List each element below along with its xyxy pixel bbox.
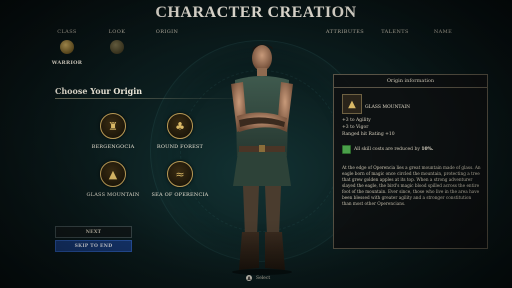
step-attributes[interactable]: ATTRIBUTES <box>326 29 364 35</box>
skill-reduction-text: All skill costs are reduced by 10%. <box>354 147 434 152</box>
fortress-icon: ♜ <box>100 113 126 139</box>
origin-label: GLASS MOUNTAIN <box>86 192 140 198</box>
stat-line: +3 to Vigor <box>342 125 369 130</box>
origin-label: BERGENGOCIA <box>91 144 135 150</box>
mountain-icon: ▲ <box>342 94 362 114</box>
stat-line: +3 to Agility <box>342 118 371 123</box>
mountain-icon: ▲ <box>100 161 126 187</box>
next-button[interactable]: NEXT <box>55 226 132 238</box>
origin-option-round-forest[interactable]: ♣ ROUND FOREST <box>145 113 215 150</box>
origin-label: ROUND FOREST <box>156 144 204 150</box>
skip-to-end-button[interactable]: SKIP TO END <box>55 240 132 252</box>
head-look-icon <box>110 40 124 54</box>
a-button-icon: A <box>246 275 252 281</box>
skill-cost-icon <box>342 145 351 154</box>
origin-option-glass-mountain[interactable]: ▲ GLASS MOUNTAIN <box>78 161 148 198</box>
step-class[interactable]: CLASS <box>57 29 77 35</box>
panel-header: Origin information <box>334 75 487 88</box>
step-name[interactable]: NAME <box>434 29 452 35</box>
origin-label: SEA OF OPERENCIA <box>151 192 209 198</box>
origin-option-sea-of-operencia[interactable]: ≈ SEA OF OPERENCIA <box>145 161 215 198</box>
sea-icon: ≈ <box>167 161 193 187</box>
origin-option-bergengocia[interactable]: ♜ BERGENGOCIA <box>78 113 148 150</box>
panel-origin-name: GLASS MOUNTAIN <box>365 105 411 110</box>
origin-info-panel: Origin information ▲ GLASS MOUNTAIN +3 t… <box>333 74 488 249</box>
stat-line: Ranged hit Rating +10 <box>342 132 395 137</box>
choose-origin-heading: Choose Your Origin <box>55 86 143 96</box>
skill-reduction-row: All skill costs are reduced by 10%. <box>342 145 433 154</box>
warrior-class-icon <box>60 40 74 54</box>
selected-class-label: WARRIOR <box>51 60 83 66</box>
step-origin[interactable]: ORIGIN <box>156 29 179 35</box>
forest-icon: ♣ <box>167 113 193 139</box>
origin-description: At the edge of Operencia lies a great mo… <box>342 165 481 206</box>
page-title: CHARACTER CREATION <box>155 4 357 21</box>
step-look[interactable]: LOOK <box>109 29 126 35</box>
step-talents[interactable]: TALENTS <box>381 29 409 35</box>
character-portrait <box>231 44 293 275</box>
select-hint: A Select <box>246 275 270 281</box>
select-hint-label: Select <box>256 275 271 281</box>
